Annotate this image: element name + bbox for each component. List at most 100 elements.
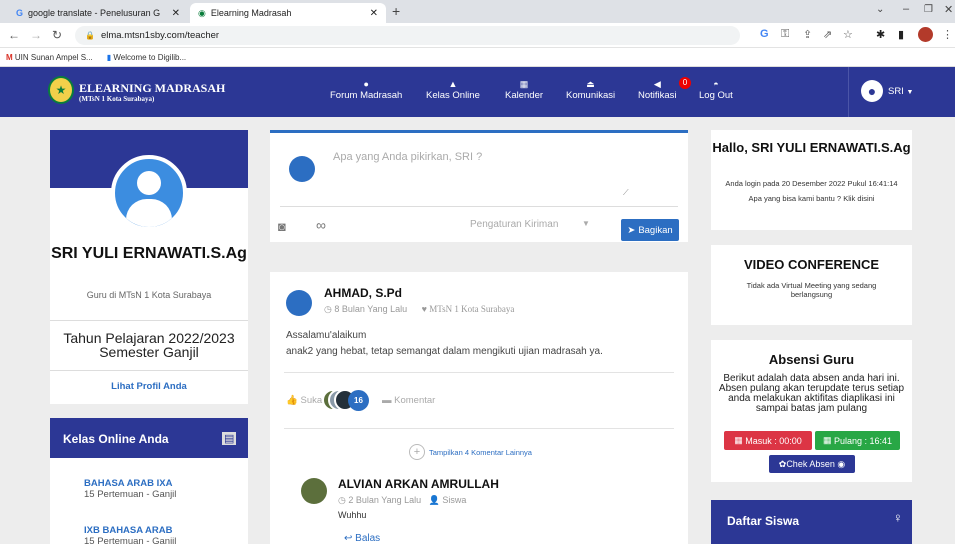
reload-icon[interactable]: ↻ — [52, 28, 62, 42]
google-lens-icon[interactable]: G — [760, 28, 769, 40]
kelas-item[interactable]: BAHASA ARAB IXA 15 Pertemuan - Ganjil — [84, 478, 176, 500]
restore-icon[interactable]: ❐ — [924, 4, 933, 15]
key-icon[interactable]: ⚿ — [781, 28, 789, 41]
greeting-card: Hallo, SRI YULI ERNAWATI.S.Ag Anda login… — [711, 130, 912, 230]
thumbs-up-icon: 👍 — [286, 395, 298, 406]
madrasah-logo[interactable]: ★ — [48, 76, 74, 104]
minimize-icon[interactable]: – — [903, 3, 909, 15]
chek-absen-button[interactable]: ✿ Chek Absen ◉ — [769, 455, 855, 473]
file-icon: ▮ — [106, 52, 112, 62]
post-author[interactable]: AHMAD, S.Pd — [324, 286, 402, 300]
nav-logout[interactable]: ◓ Log Out — [699, 79, 733, 101]
help-link[interactable]: Apa yang bisa kami bantu ? Klik disini — [711, 194, 912, 203]
close-tab-icon[interactable]: ✕ — [172, 8, 180, 19]
comment-time: 2 Bulan Yang Lalu — [348, 495, 422, 505]
browser-tab-elearning[interactable]: ◉ Elearning Madrasah ✕ — [190, 3, 386, 23]
nav-kelas-online[interactable]: ▲ Kelas Online — [426, 79, 480, 101]
bookmark-star-icon[interactable]: ☆ — [843, 28, 853, 41]
paper-plane-icon: ➤ — [627, 224, 636, 236]
url-field[interactable]: 🔒 elma.mtsn1sby.com/teacher — [75, 26, 740, 45]
logout-icon: ◓ — [713, 79, 719, 89]
brand[interactable]: ELEARNING MADRASAH (MTsN 1 Kota Surabaya… — [79, 82, 225, 104]
close-tab-icon[interactable]: ✕ — [370, 8, 378, 19]
nav-notifikasi[interactable]: ◀ Notifikasi — [638, 79, 677, 101]
video-conference-card: VIDEO CONFERENCE Tidak ada Virtual Meeti… — [711, 245, 912, 325]
tab-list-icon[interactable]: ⌄ — [876, 4, 884, 15]
like-count[interactable]: 16 — [348, 390, 369, 411]
nav-komunikasi[interactable]: ⏏ Komunikasi — [566, 79, 615, 101]
bookmark-label: UIN Sunan Ampel S... — [14, 52, 93, 62]
video-text: Tidak ada Virtual Meeting yang sedang be… — [746, 281, 877, 299]
siswa-title: Daftar Siswa — [727, 514, 800, 528]
greeting-title: Hallo, SRI YULI ERNAWATI.S.Ag — [712, 140, 911, 155]
comment-button[interactable]: ▬ Komentar — [382, 395, 435, 406]
caret-down-icon[interactable]: ▼ — [582, 219, 590, 228]
comment-text: Wuhhu — [338, 510, 367, 520]
share-button[interactable]: ➤ Bagikan — [621, 219, 679, 241]
browser-tab-google[interactable]: G google translate - Penelusuran G ✕ — [8, 3, 188, 23]
reply-label: Balas — [355, 533, 381, 544]
gear-icon: ✿ — [778, 458, 787, 469]
extensions-icon[interactable]: ✱ — [876, 28, 885, 41]
camera-icon[interactable]: ◙ — [278, 219, 286, 234]
masuk-button[interactable]: ▦ Masuk : 00:00 — [724, 431, 812, 450]
site-navbar: ★ ELEARNING MADRASAH (MTsN 1 Kota Suraba… — [0, 67, 955, 117]
sidepanel-icon[interactable]: ▮ — [898, 28, 904, 41]
share-page-icon[interactable]: ⇪ — [803, 28, 812, 41]
post-time: 8 Bulan Yang Lalu — [334, 304, 408, 314]
login-info: Anda login pada 20 Desember 2022 Pukul 1… — [725, 179, 898, 188]
masuk-label: Masuk : 00:00 — [745, 435, 802, 446]
kelas-item[interactable]: IXB BAHASA ARAB 15 Pertemuan - Ganjil — [84, 525, 176, 544]
post-input[interactable]: Apa yang Anda pikirkan, SRI ? — [333, 151, 482, 163]
new-tab-icon[interactable]: + — [392, 3, 400, 19]
brand-subtitle: (MTsN 1 Kota Surabaya) — [79, 95, 155, 103]
address-bar: ← → ↻ 🔒 elma.mtsn1sby.com/teacher G ⚿ ⇪ … — [0, 23, 955, 48]
profile-name: SRI YULI ERNAWATI.S.Ag — [51, 245, 247, 262]
view-profile-link[interactable]: Lihat Profil Anda — [50, 381, 248, 392]
comment-author[interactable]: ALVIAN ARKAN AMRULLAH — [338, 477, 499, 491]
profile-role: Guru di MTsN 1 Kota Surabaya — [86, 290, 212, 300]
user-menu[interactable]: SRI ▼ — [888, 86, 913, 97]
nav-label: Log Out — [699, 90, 733, 101]
send-icon[interactable]: ⇗ — [823, 28, 832, 41]
inbox-icon: ⏏ — [586, 79, 595, 89]
pulang-button[interactable]: ▦ Pulang : 16:41 — [815, 431, 900, 450]
menu-kebab-icon[interactable]: ⋮ — [942, 28, 953, 41]
nav-label: Forum Madrasah — [330, 90, 403, 101]
map-marker-icon: ♥ — [421, 304, 427, 314]
post-card: AHMAD, S.Pd ◷ 8 Bulan Yang Lalu ♥ MTsN 1… — [270, 272, 688, 544]
user-circle-icon: ◉ — [837, 458, 846, 469]
google-favicon-icon: G — [16, 8, 24, 18]
reply-icon: ↩ — [344, 533, 353, 544]
comment-icon: ▬ — [382, 395, 392, 406]
kelas-name: IXB BAHASA ARAB — [84, 525, 173, 536]
back-icon[interactable]: ← — [8, 28, 20, 42]
post-settings-select[interactable]: Pengaturan Kiriman — [470, 219, 558, 230]
show-more-comments[interactable]: + Tampilkan 4 Komentar Lainnya — [409, 444, 532, 460]
absensi-card: Absensi Guru Berikut adalah data absen a… — [711, 340, 912, 482]
bookmark-digilib[interactable]: ▮ Welcome to Digilib... — [107, 53, 186, 62]
bookmarks-bar: M UIN Sunan Ampel S... ▮ Welcome to Digi… — [0, 48, 955, 67]
resize-handle-icon[interactable]: ⟋ — [623, 188, 629, 198]
forward-icon[interactable]: → — [30, 28, 42, 42]
link-icon[interactable]: ∞ — [316, 217, 326, 233]
kelas-name: BAHASA ARAB IXA — [84, 478, 173, 489]
like-button[interactable]: 👍 Suka — [286, 395, 322, 406]
bookmark-uin[interactable]: M UIN Sunan Ampel S... — [6, 53, 93, 62]
video-title: VIDEO CONFERENCE — [743, 257, 880, 272]
profile-avatar[interactable] — [918, 27, 933, 42]
caret-down-icon: ▼ — [906, 89, 914, 96]
kelas-sub: 15 Pertemuan - Ganjil — [84, 536, 177, 544]
close-window-icon[interactable]: ✕ — [944, 3, 953, 16]
nav-forum-madrasah[interactable]: ● Forum Madrasah — [330, 79, 402, 101]
lock-icon: 🔒 — [85, 31, 95, 40]
nav-label: Kelas Online — [426, 90, 480, 101]
commenter-avatar — [301, 478, 327, 504]
divider — [284, 372, 674, 373]
nav-kalender[interactable]: ▦ Kalender — [505, 79, 543, 101]
profile-card: SRI YULI ERNAWATI.S.Ag Guru di MTsN 1 Ko… — [50, 130, 248, 404]
user-name: SRI — [888, 86, 904, 97]
reply-button[interactable]: ↩ Balas — [344, 533, 380, 544]
post-text: anak2 yang hebat, tetap semangat dalam m… — [286, 346, 603, 357]
user-circle-icon[interactable]: ● — [861, 80, 883, 102]
